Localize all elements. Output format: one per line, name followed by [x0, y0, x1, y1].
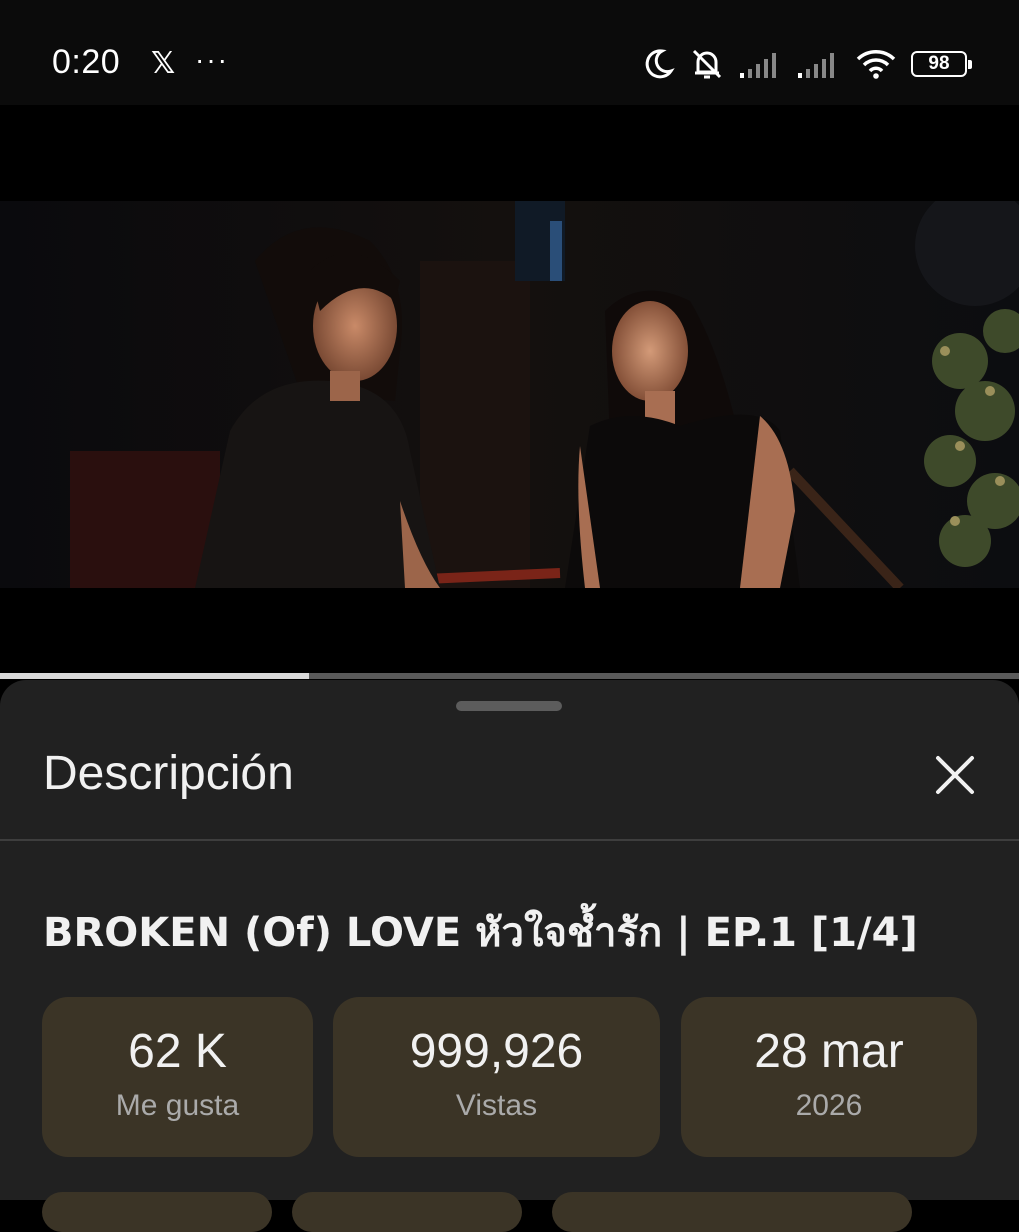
sheet-drag-handle[interactable] [456, 701, 562, 711]
views-label: Vistas [455, 1089, 538, 1122]
signal-icon [740, 53, 776, 78]
chip-peek[interactable] [42, 1192, 272, 1232]
views-count: 999,926 [409, 1025, 584, 1078]
video-progress-bar[interactable] [0, 673, 1019, 679]
moon-icon [645, 49, 675, 79]
description-sheet: Descripción BROKEN (Of) LOVE หัวใจช้ำรัก… [0, 680, 1019, 1232]
chip-peek[interactable] [292, 1192, 522, 1232]
battery-level: 98 [928, 53, 950, 74]
video-title: BROKEN (Of) LOVE หัวใจช้ำรัก | EP.1 [1/4… [43, 910, 918, 956]
status-bar: 0:20 𝕏 ··· 98 [0, 0, 1019, 105]
signal-icon [798, 53, 834, 78]
video-progress-fill [0, 673, 309, 679]
likes-label: Me gusta [115, 1089, 240, 1122]
wifi-icon [856, 50, 896, 79]
chip-peek[interactable] [552, 1192, 912, 1232]
video-frame [0, 201, 1019, 588]
likes-stat-card: 62 K Me gusta [42, 997, 313, 1157]
video-player[interactable] [0, 105, 1019, 673]
status-icons: 98 [641, 44, 972, 84]
close-button[interactable] [930, 750, 980, 800]
divider [0, 839, 1019, 841]
clock-time: 0:20 [52, 43, 121, 81]
publish-year: 2026 [795, 1089, 863, 1122]
views-stat-card: 999,926 Vistas [333, 997, 660, 1157]
battery-icon: 98 [911, 51, 972, 77]
sheet-title: Descripción [43, 747, 294, 800]
x-logo-icon: 𝕏 [151, 46, 176, 81]
likes-count: 62 K [128, 1025, 227, 1078]
publish-date: 28 mar [754, 1025, 904, 1078]
close-icon [936, 756, 974, 794]
date-stat-card: 28 mar 2026 [681, 997, 977, 1157]
bell-off-icon [692, 49, 722, 79]
more-notifications-icon: ··· [195, 44, 229, 75]
